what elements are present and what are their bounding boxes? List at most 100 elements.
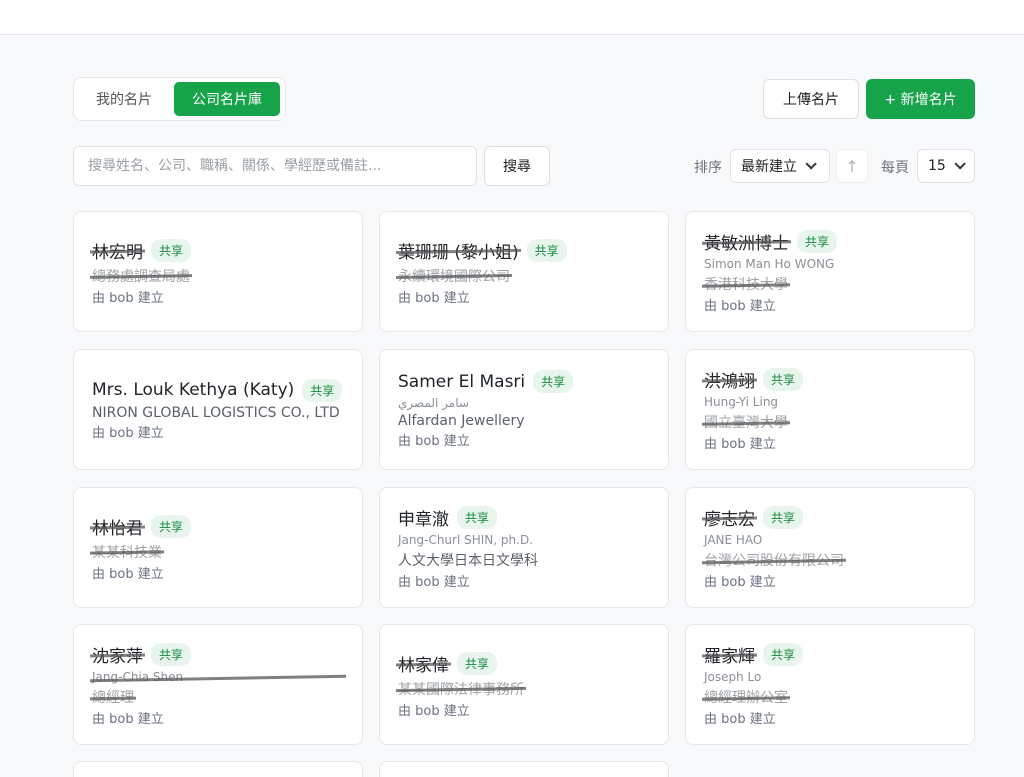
tab-company-cards[interactable]: 公司名片庫	[174, 82, 280, 116]
card-name: 申章澈	[398, 510, 449, 530]
sort-select-value: 最新建立	[741, 159, 797, 175]
card-name: 沈家萍	[92, 642, 143, 667]
business-card[interactable]: Samer El Masri 共享 سامر المصري Alfardan Jewe…	[379, 349, 669, 470]
card-subtitle: سامر المصري	[398, 396, 469, 410]
shared-badge: 共享	[151, 643, 192, 666]
card-organization-row: 某某國際法律事務所	[398, 679, 650, 699]
card-name: 林家偉	[398, 651, 449, 676]
per-page-label: 每頁	[881, 160, 909, 176]
business-card[interactable]: 洪鴻翊 共享 Hung-Yi Ling 國立臺灣大學由 bob 建立	[685, 349, 975, 470]
card-created-by: 由 bob 建立	[704, 437, 776, 452]
shared-badge: 共享	[457, 651, 498, 675]
card-organization-row: Alfardan Jewellery	[398, 413, 650, 429]
business-card[interactable]: Mrs. Louk Kethya (Katy) 共享 NIRON GLOBAL LO…	[73, 349, 363, 470]
card-organization-row: 某某科技業	[92, 542, 344, 562]
card-name: 羅家輝	[704, 642, 755, 667]
search-button[interactable]: 搜尋	[484, 146, 550, 186]
card-header: Samer El Masri 共享	[398, 370, 650, 393]
card-organization: 某某科技業	[92, 542, 162, 562]
card-subtitle: JANE HAO	[704, 533, 763, 547]
card-partial[interactable]	[73, 761, 363, 777]
card-organization: 總經理辦公室	[704, 687, 788, 707]
card-name: Samer El Masri	[398, 371, 526, 392]
card-created-by: 由 bob 建立	[398, 703, 470, 719]
business-card[interactable]: 羅家輝 共享 Joseph Lo 總經理辦公室由 bob 建立	[685, 624, 975, 745]
business-card[interactable]: 申章澈 共享 Jang-Churl SHIN, ph.D. 人文大學日本日文學科由 b…	[379, 487, 669, 608]
card-organization-row: 總經理辦公室	[704, 687, 956, 707]
card-header: 洪鴻翊 共享	[704, 367, 956, 392]
view-tabs: 我的名片 公司名片庫	[73, 77, 286, 121]
card-created-by: 由 bob 建立	[92, 425, 164, 441]
business-card[interactable]: 林怡君 共享某某科技業由 bob 建立	[73, 487, 363, 608]
card-created-by: 由 bob 建立	[92, 290, 164, 306]
card-header: 廖志宏 共享	[704, 505, 956, 530]
card-created-by: 由 bob 建立	[92, 712, 164, 727]
card-subtitle: Hung-Yi Ling	[704, 395, 779, 409]
card-created-by: 由 bob 建立	[704, 299, 776, 314]
shared-badge: 共享	[763, 506, 804, 529]
card-header: 葉珊珊 (黎小姐) 共享	[398, 238, 650, 263]
card-organization: 某某國際法律事務所	[398, 679, 524, 699]
card-organization-row: 人文大學日本日文學科	[398, 550, 650, 570]
card-created-by: 由 bob 建立	[92, 566, 164, 582]
upload-card-button[interactable]: 上傳名片	[763, 79, 859, 119]
card-organization: Alfardan Jewellery	[398, 413, 525, 429]
sort-label: 排序	[694, 160, 722, 176]
shared-badge: 共享	[526, 238, 567, 262]
card-subtitle: Joseph Lo	[704, 670, 762, 684]
business-card[interactable]: 林家偉 共享某某國際法律事務所由 bob 建立	[379, 624, 669, 745]
card-header: 羅家輝 共享	[704, 642, 956, 667]
card-organization-row: 國立臺灣大學	[704, 412, 956, 432]
card-created-by: 由 bob 建立	[704, 575, 776, 590]
business-card[interactable]: 黃敏洲博士 共享 Simon Man Ho WONG 香港科技大學由 bob 建立	[685, 211, 975, 332]
tab-my-cards[interactable]: 我的名片	[78, 82, 170, 116]
card-header: 黃敏洲博士 共享	[704, 229, 956, 254]
shared-badge: 共享	[457, 506, 498, 529]
shared-badge: 共享	[151, 514, 192, 538]
shared-badge: 共享	[763, 643, 804, 666]
card-name: 葉珊珊 (黎小姐)	[398, 238, 519, 263]
card-organization: 總經理	[92, 687, 134, 707]
card-organization-row: 香港科技大學	[704, 274, 956, 294]
shared-badge: 共享	[151, 238, 192, 262]
card-header: 沈家萍 共享	[92, 642, 344, 667]
card-organization-row: 台灣公司股份有限公司	[704, 550, 956, 570]
card-organization-row: NIRON GLOBAL LOGISTICS CO., LTD	[92, 405, 344, 421]
card-organization: NIRON GLOBAL LOGISTICS CO., LTD	[92, 404, 340, 421]
top-navbar	[0, 0, 1024, 35]
shared-badge: 共享	[533, 370, 574, 393]
card-name: 黃敏洲博士	[704, 229, 789, 254]
sort-direction-button[interactable]: ↑	[836, 149, 868, 183]
card-subtitle: Simon Man Ho WONG	[704, 257, 835, 271]
card-name: 林怡君	[92, 514, 143, 539]
per-page-select[interactable]: 15	[917, 149, 975, 183]
shared-badge: 共享	[763, 368, 804, 391]
business-card[interactable]: 沈家萍 共享 Jang-Chia Shen 總經理由 bob 建立	[73, 624, 363, 745]
card-partial[interactable]	[379, 761, 669, 777]
shared-badge: 共享	[302, 378, 343, 402]
card-created-by: 由 bob 建立	[398, 290, 470, 306]
card-organization: 總務處調查局處	[92, 266, 190, 286]
business-card[interactable]: 葉珊珊 (黎小姐) 共享 永續環境國際公司由 bob 建立	[379, 211, 669, 332]
search-input[interactable]	[73, 146, 477, 186]
add-card-button[interactable]: + 新增名片	[866, 79, 975, 119]
chevron-down-icon	[954, 158, 966, 170]
arrow-up-icon: ↑	[845, 156, 859, 176]
card-name: Mrs. Louk Kethya (Katy)	[92, 380, 295, 400]
per-page-value: 15	[928, 158, 946, 174]
card-organization-row: 永續環境國際公司	[398, 266, 650, 286]
card-created-by: 由 bob 建立	[704, 712, 776, 727]
card-organization: 人文大學日本日文學科	[398, 553, 538, 569]
card-created-by: 由 bob 建立	[398, 575, 470, 590]
card-organization: 香港科技大學	[704, 274, 788, 294]
card-organization-row: 總務處調查局處	[92, 266, 344, 286]
card-organization-row: 總經理	[92, 687, 344, 707]
card-subtitle: Jang-Chia Shen	[92, 670, 344, 684]
card-header: 林宏明 共享	[92, 238, 344, 263]
sort-select[interactable]: 最新建立	[730, 149, 830, 183]
business-card[interactable]: 廖志宏 共享 JANE HAO 台灣公司股份有限公司由 bob 建立	[685, 487, 975, 608]
card-name: 林宏明	[92, 238, 143, 263]
business-card[interactable]: 林宏明 共享總務處調查局處由 bob 建立	[73, 211, 363, 332]
card-header: Mrs. Louk Kethya (Katy) 共享	[92, 378, 344, 402]
card-organization: 永續環境國際公司	[398, 266, 510, 286]
